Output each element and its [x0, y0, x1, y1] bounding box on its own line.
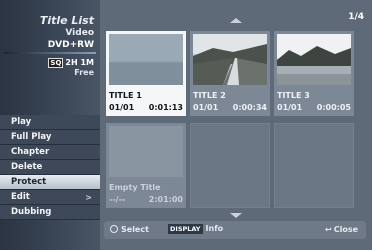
menu-item-label: Play — [11, 117, 32, 127]
panel-title: Title List — [39, 14, 94, 27]
title-date: 01/01 — [277, 103, 303, 112]
title-name: Empty Title — [109, 183, 161, 192]
recording-info: SQ 2H 1M Free — [48, 58, 94, 78]
disc-capacity-bar — [4, 52, 96, 54]
title-duration: 0:00:05 — [316, 103, 351, 112]
ok-button-icon — [110, 225, 118, 233]
menu-item-label: Dubbing — [11, 207, 52, 217]
title-duration: 2:01:00 — [148, 195, 183, 204]
title-thumbnail — [109, 126, 183, 177]
empty-slot — [190, 123, 270, 208]
title-duration: 0:01:13 — [148, 103, 183, 112]
rec-time: 2H 1M — [65, 58, 94, 67]
menu-item-full-play[interactable]: Full Play — [0, 130, 100, 145]
close-label: Close — [333, 225, 358, 234]
menu-item-dubbing[interactable]: Dubbing — [0, 205, 100, 220]
title-card-2[interactable]: TITLE 2 01/01 0:00:34 — [190, 31, 270, 116]
info-label: Info — [205, 224, 224, 233]
title-thumbnail — [109, 34, 183, 85]
menu-item-label: Full Play — [11, 132, 52, 142]
menu-item-edit[interactable]: Edit > — [0, 190, 100, 205]
left-panel: Title List Video DVD+RW SQ 2H 1M Free Pla… — [0, 0, 100, 250]
display-key-badge: DISPLAY — [168, 224, 203, 234]
title-name: TITLE 3 — [277, 91, 310, 100]
select-label: Select — [121, 225, 149, 234]
select-hint: Select — [110, 225, 149, 234]
menu-item-label: Protect — [11, 177, 47, 187]
title-name: TITLE 1 — [109, 91, 142, 100]
display-info-hint: DISPLAY Info — [168, 224, 224, 234]
title-card-1[interactable]: TITLE 1 01/01 0:01:13 — [106, 31, 186, 116]
title-thumbnail — [193, 34, 267, 85]
bottom-help-bar: Select DISPLAY Info ↩ Close — [104, 221, 366, 239]
rec-free: Free — [74, 68, 94, 77]
chevron-right-icon: > — [85, 193, 92, 202]
title-date: 01/01 — [109, 103, 135, 112]
panel-header: Title List Video — [40, 14, 94, 40]
close-hint[interactable]: ↩ Close — [325, 225, 358, 234]
menu-item-protect[interactable]: Protect — [0, 175, 100, 190]
menu-item-label: Chapter — [11, 147, 50, 157]
page-counter: 1/4 — [348, 12, 364, 22]
menu-item-label: Delete — [11, 162, 43, 172]
panel-subtitle: Video — [65, 28, 94, 38]
rec-mode-badge: SQ — [48, 58, 64, 68]
title-thumbnail — [277, 34, 351, 85]
menu-item-delete[interactable]: Delete — [0, 160, 100, 175]
scroll-up-icon[interactable] — [230, 18, 242, 23]
disc-type: DVD+RW — [47, 40, 94, 50]
title-date: 01/01 — [193, 103, 219, 112]
menu-item-label: Edit — [11, 192, 30, 202]
side-menu: Play Full Play Chapter Delete Protect Ed… — [0, 115, 100, 220]
title-card-empty[interactable]: Empty Title --/-- 2:01:00 — [106, 123, 186, 208]
menu-item-chapter[interactable]: Chapter — [0, 145, 100, 160]
title-name: TITLE 2 — [193, 91, 226, 100]
title-grid-area: 1/4 TITLE 1 01/01 0:01:13 TITLE 2 01/01 … — [100, 0, 372, 250]
return-icon: ↩ — [325, 225, 332, 234]
empty-slot — [274, 123, 354, 208]
scroll-down-icon[interactable] — [230, 213, 242, 218]
menu-item-play[interactable]: Play — [0, 115, 100, 130]
title-card-3[interactable]: TITLE 3 01/01 0:00:05 — [274, 31, 354, 116]
title-date: --/-- — [109, 195, 126, 204]
title-duration: 0:00:34 — [232, 103, 267, 112]
